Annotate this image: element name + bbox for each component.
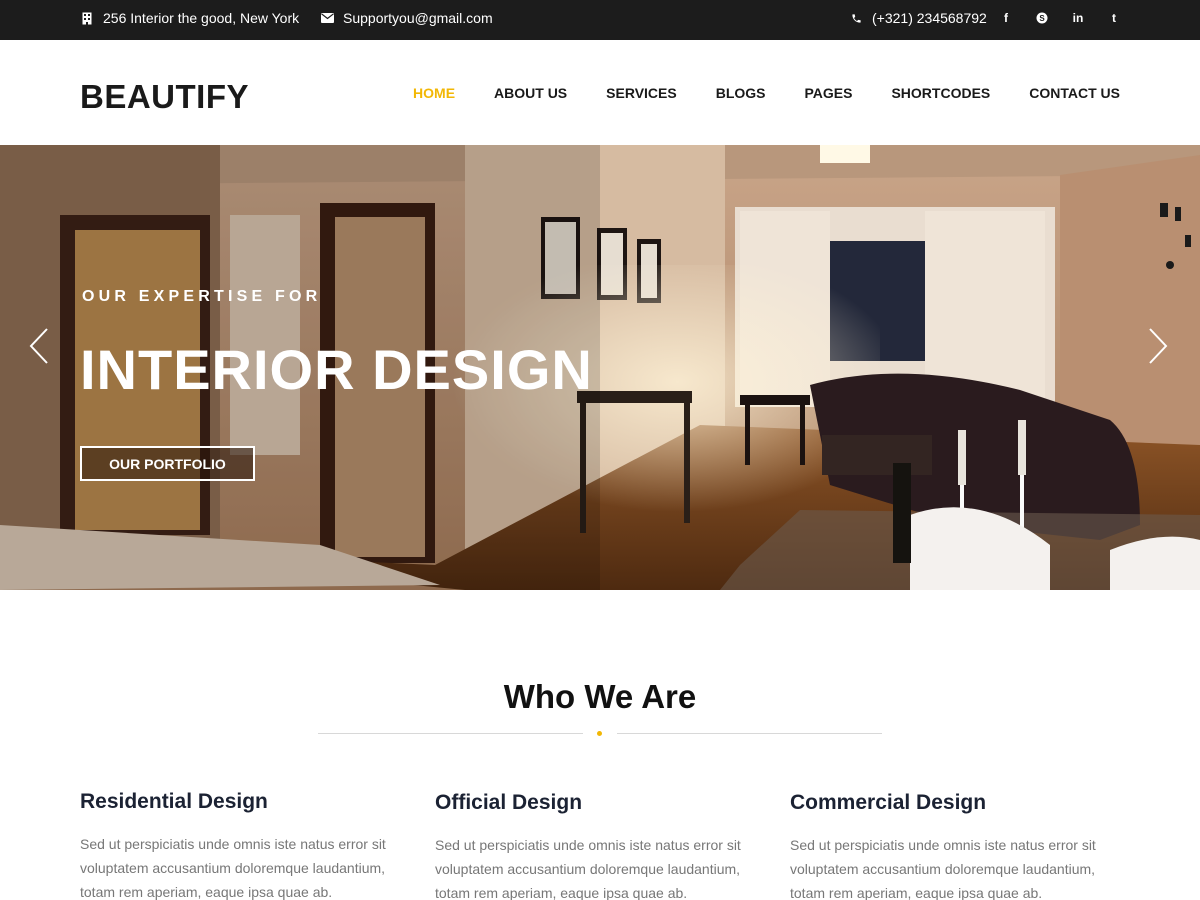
tumblr-icon[interactable]: t xyxy=(1108,11,1120,25)
email-text[interactable]: Supportyou@gmail.com xyxy=(343,10,493,26)
service-card-official: Official Design Sed ut perspiciatis unde… xyxy=(435,791,755,900)
divider-dot xyxy=(597,731,602,736)
nav-item-contact-us[interactable]: CONTACT US xyxy=(1029,85,1120,101)
social-links: f S in t xyxy=(1000,0,1120,36)
facebook-icon[interactable]: f xyxy=(1000,11,1012,25)
service-card-residential: Residential Design Sed ut perspiciatis u… xyxy=(80,790,400,900)
envelope-icon xyxy=(320,11,334,25)
chevron-right-icon[interactable] xyxy=(1147,327,1169,365)
hero-kicker: OUR EXPERTISE FOR xyxy=(82,288,322,305)
chevron-left-icon[interactable] xyxy=(28,327,50,365)
main-nav: HOME ABOUT US SERVICES BLOGS PAGES SHORT… xyxy=(413,85,1120,101)
nav-item-about-us[interactable]: ABOUT US xyxy=(494,85,567,101)
card-text: Sed ut perspiciatis unde omnis iste natu… xyxy=(80,836,386,900)
hero-slider: OUR EXPERTISE FOR INTERIOR DESIGN OUR PO… xyxy=(0,145,1200,590)
card-title[interactable]: Residential Design xyxy=(80,790,400,814)
building-icon xyxy=(80,11,94,25)
card-title[interactable]: Official Design xyxy=(435,791,755,815)
nav-item-home[interactable]: HOME xyxy=(413,85,455,101)
card-text: Sed ut perspiciatis unde omnis iste natu… xyxy=(435,837,741,900)
portfolio-button[interactable]: OUR PORTFOLIO xyxy=(80,446,255,481)
section-title: Who We Are xyxy=(503,678,697,715)
hero-title: INTERIOR DESIGN xyxy=(80,338,593,401)
site-logo[interactable]: BEAUTIFY xyxy=(80,78,249,116)
nav-item-blogs[interactable]: BLOGS xyxy=(716,85,766,101)
phone-info[interactable]: (+321) 234568792 xyxy=(849,0,987,36)
phone-icon xyxy=(849,11,863,25)
address-info: 256 Interior the good, New York xyxy=(80,0,299,36)
svg-text:S: S xyxy=(1039,14,1045,23)
divider-line-right xyxy=(617,733,882,734)
phone-text[interactable]: (+321) 234568792 xyxy=(872,10,987,26)
service-card-commercial: Commercial Design Sed ut perspiciatis un… xyxy=(790,791,1110,900)
card-title[interactable]: Commercial Design xyxy=(790,791,1110,815)
linkedin-icon[interactable]: in xyxy=(1072,11,1084,25)
site-header: BEAUTIFY HOME ABOUT US SERVICES BLOGS PA… xyxy=(0,40,1200,145)
section-divider xyxy=(318,731,882,736)
divider-line-left xyxy=(318,733,583,734)
top-bar: 256 Interior the good, New York Supporty… xyxy=(0,0,1200,40)
card-text: Sed ut perspiciatis unde omnis iste natu… xyxy=(790,837,1096,900)
nav-item-services[interactable]: SERVICES xyxy=(606,85,677,101)
nav-item-shortcodes[interactable]: SHORTCODES xyxy=(891,85,990,101)
email-info[interactable]: Supportyou@gmail.com xyxy=(320,0,493,36)
address-text: 256 Interior the good, New York xyxy=(103,10,300,26)
nav-item-pages[interactable]: PAGES xyxy=(804,85,852,101)
skype-icon[interactable]: S xyxy=(1036,11,1048,25)
